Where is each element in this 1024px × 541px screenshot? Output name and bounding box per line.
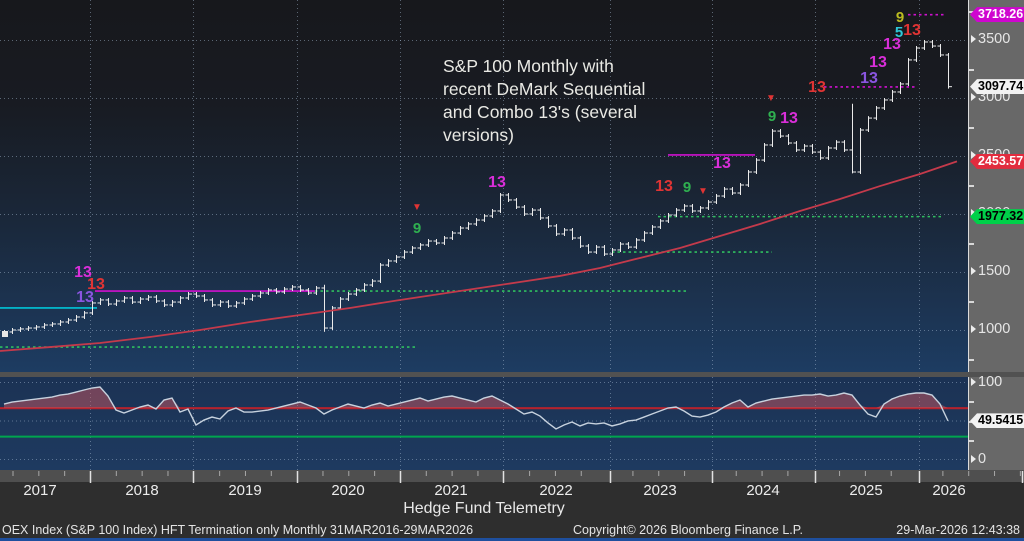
axis-minor-tick: [969, 243, 974, 245]
footer: OEX Index (S&P 100 Index) HFT Terminatio…: [0, 523, 1024, 538]
panel-resize-handle[interactable]: [2, 331, 8, 337]
axis-minor-tick: [969, 401, 974, 403]
oscillator-canvas[interactable]: [0, 377, 968, 470]
year-label: 2025: [849, 482, 882, 499]
tick-arrow-icon: [971, 267, 976, 275]
tick-arrow-icon: [971, 455, 976, 463]
tick-arrow-icon: [971, 378, 976, 386]
year-label: 2026: [932, 482, 965, 499]
demark-count-label: 13: [808, 79, 826, 96]
tick-arrow-icon: [971, 93, 976, 101]
datetime-label: 29-Mar-2026 12:43:38: [896, 523, 1020, 537]
tick-arrow-icon: [971, 35, 976, 43]
axis-minor-tick: [969, 359, 974, 361]
year-label: 2020: [331, 482, 364, 499]
title-line: recent DeMark Sequential: [443, 79, 645, 99]
demark-count-label: 13: [713, 155, 731, 172]
sell-arrow-icon: ▼: [766, 93, 776, 104]
demark-count-label: 9: [413, 220, 421, 237]
axis-minor-tick: [969, 127, 974, 129]
price-flag: 3097.74: [970, 79, 1024, 94]
tick-arrow-icon: [971, 325, 976, 333]
osc-tick-label: 0: [971, 451, 986, 467]
year-label: 2024: [746, 482, 779, 499]
chart-annotation-title: S&P 100 Monthly with recent DeMark Sequen…: [443, 55, 645, 147]
demark-count-label: 13: [488, 174, 506, 191]
copyright-label: Copyright© 2026 Bloomberg Finance L.P.: [573, 523, 803, 537]
sell-arrow-icon: ▼: [698, 186, 708, 197]
oscillator-axis: 100 0 49.5415: [968, 377, 1024, 470]
time-axis-labels: 2017 2018 2019 2020 2021 2022 2023 2024 2025 2026: [0, 482, 1024, 499]
bloomberg-chart-window: 1313139▼13139▼13▼913131313135913 S&P 100…: [0, 0, 1024, 541]
price-flag: 1977.32: [970, 209, 1024, 224]
year-label: 2022: [539, 482, 572, 499]
moving-average-line: [0, 161, 957, 351]
oscillator-panel: [0, 377, 968, 470]
year-label: 2021: [434, 482, 467, 499]
year-label: 2019: [228, 482, 261, 499]
price-axis: 3500300025002000150010003718.263097.7424…: [968, 0, 1024, 372]
demark-count-label: 13: [860, 70, 878, 87]
axis-minor-tick: [969, 69, 974, 71]
axis-minor-tick: [969, 440, 974, 442]
demark-count-label: 9: [683, 179, 691, 196]
axis-minor-tick: [969, 301, 974, 303]
security-description: OEX Index (S&P 100 Index) HFT Terminatio…: [2, 523, 473, 537]
price-tick-label: 1500: [971, 263, 1010, 279]
year-label: 2017: [23, 482, 56, 499]
demark-count-label: 9: [768, 108, 776, 125]
price-tick-label: 1000: [971, 321, 1010, 337]
title-line: versions): [443, 125, 514, 145]
title-line: S&P 100 Monthly with: [443, 56, 614, 76]
sell-arrow-icon: ▼: [412, 202, 422, 213]
demark-count-label: 13: [76, 289, 94, 306]
demark-count-label: 5: [895, 24, 903, 41]
osc-value-flag: 49.5415: [970, 413, 1024, 428]
title-line: and Combo 13's (several: [443, 102, 637, 122]
year-label: 2023: [643, 482, 676, 499]
demark-count-label: 13: [903, 22, 921, 39]
time-axis-strip: [0, 470, 1024, 482]
axis-minor-tick: [969, 185, 974, 187]
year-label: 2018: [125, 482, 158, 499]
price-flag: 3718.26: [970, 7, 1024, 22]
osc-tick-label: 100: [971, 374, 1002, 390]
price-tick-label: 3500: [971, 31, 1010, 47]
demark-count-label: 13: [869, 54, 887, 71]
price-flag: 2453.57: [970, 154, 1024, 169]
demark-count-label: 13: [780, 110, 798, 127]
main-price-panel: 1313139▼13139▼13▼913131313135913 S&P 100…: [0, 0, 968, 372]
watermark-label: Hedge Fund Telemetry: [0, 500, 968, 518]
demark-count-label: 13: [655, 178, 673, 195]
